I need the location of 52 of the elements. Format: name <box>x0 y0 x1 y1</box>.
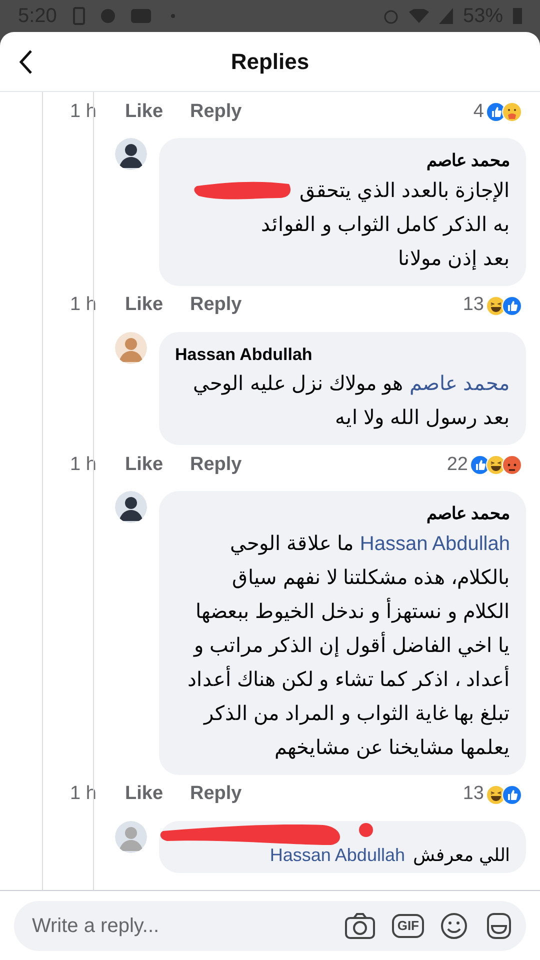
signal-icon <box>438 8 453 24</box>
mention-link[interactable]: Hassan Abdullah <box>270 842 405 866</box>
smiley-icon[interactable] <box>440 912 468 940</box>
comment-line: بالكلام، هذه مشكلتنا لا نفهم سياق <box>232 566 510 591</box>
avatar[interactable] <box>115 138 147 170</box>
comment-line: الكلام و نستهزأ و ندخل الخيوط ببعضها <box>196 594 510 628</box>
comment-line: يعلمها مشايخنا عن مشايخهم <box>274 736 510 761</box>
reaction-count: 4 <box>473 100 484 124</box>
author-name[interactable]: Hassan Abdullah <box>175 342 510 367</box>
mention-link[interactable]: محمد عاصم <box>409 367 510 401</box>
angry-reaction-icon <box>502 455 522 475</box>
dot-icon <box>170 14 175 18</box>
like-link[interactable]: Like <box>125 98 190 126</box>
comment-line: الإجازة بالعدد الذي يتحقق <box>299 178 510 204</box>
back-icon <box>18 48 34 74</box>
video-icon <box>130 9 151 23</box>
comment-line: بعد إذن مولانا <box>398 246 510 272</box>
back-button[interactable] <box>18 48 34 74</box>
reply-link[interactable]: Reply <box>190 450 242 480</box>
comment-line: اللي معرفش <box>412 844 510 866</box>
dot-mark <box>359 822 373 836</box>
comment-line: يا اخي الفاضل أقول إن الذكر مراتب و <box>194 628 510 662</box>
page-title: Replies <box>230 48 310 76</box>
reply-link[interactable]: Reply <box>190 98 242 126</box>
reply-link[interactable]: Reply <box>190 780 242 809</box>
phone-icon <box>72 7 85 25</box>
reaction-count: 22 <box>446 452 468 477</box>
comment-line: هو مولاك نزل عليه الوحي <box>193 372 404 397</box>
reply-field[interactable]: Write a reply... GIF <box>14 900 526 950</box>
hugging-reaction-icon <box>502 102 522 122</box>
comment-line: به الذكر كامل الثواب و الفوائد <box>261 212 510 238</box>
mention-link[interactable]: Hassan Abdullah <box>360 526 510 560</box>
comment-line: أعداد ، اذكر كما تشاء و لكن هناك أعداد <box>188 662 510 696</box>
reaction-count: 13 <box>462 293 484 318</box>
like-reaction-icon <box>502 784 522 804</box>
sticker-icon[interactable] <box>484 912 512 940</box>
author-name[interactable]: محمد عاصم <box>175 148 510 174</box>
like-link[interactable]: Like <box>125 291 190 320</box>
camera-icon[interactable] <box>344 912 376 940</box>
reply-link[interactable]: Reply <box>190 291 242 320</box>
comment-line: بعد رسول الله ولا ايه <box>334 406 510 431</box>
avatar[interactable] <box>115 491 147 523</box>
like-link[interactable]: Like <box>125 780 190 809</box>
gif-button[interactable]: GIF <box>392 914 424 938</box>
author-name[interactable]: محمد عاصم <box>175 501 510 526</box>
reaction-count: 13 <box>462 782 484 806</box>
wifi-icon <box>408 9 429 23</box>
comment-line: ما علاقة الوحي <box>230 532 354 557</box>
battery-icon <box>513 8 522 24</box>
like-link[interactable]: Like <box>125 450 190 480</box>
comment-line: تبلغ بها غاية الثواب و المراد من الذكر <box>204 702 510 727</box>
like-reaction-icon <box>502 296 522 316</box>
